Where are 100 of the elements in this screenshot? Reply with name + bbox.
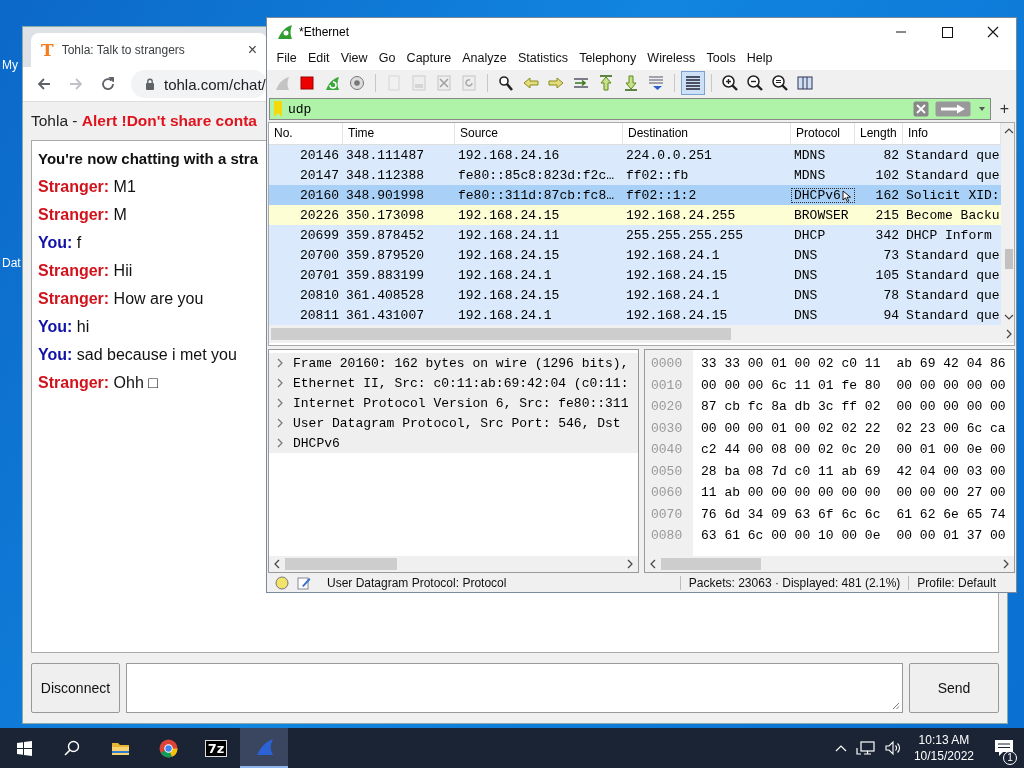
packet-row[interactable]: 20147 348.112388 fe80::85c8:823d:f2c… ff02::fb MDNS 102 Standard que	[269, 165, 1001, 185]
profile-label[interactable]: Profile: Default	[908, 575, 1016, 590]
hex-bytes: 87 cb fc 8a db 3c ff 02	[701, 399, 881, 415]
scroll-thumb[interactable]	[1005, 249, 1013, 269]
menu-item[interactable]: Go	[373, 51, 401, 65]
scroll-thumb[interactable]	[661, 558, 761, 570]
chat-message: Stranger: M	[38, 205, 127, 225]
menu-item[interactable]: Statistics	[512, 51, 574, 65]
table-cell-text: Become Backu	[905, 207, 1001, 223]
message-field[interactable]	[126, 663, 903, 713]
menu-item[interactable]: View	[335, 51, 374, 65]
scroll-thumb[interactable]	[271, 328, 731, 340]
table-cell-text: ff02::fb	[625, 167, 690, 183]
table-cell-text: fe80::311d:87cb:fc8…	[457, 187, 616, 203]
table-cell-text: Standard que	[905, 287, 1001, 303]
menu-item[interactable]: Telephony	[573, 51, 642, 65]
horizontal-scrollbar[interactable]	[269, 325, 1014, 343]
table-cell-text: 192.168.24.11	[457, 227, 561, 243]
collapsed-chevron-icon[interactable]	[275, 438, 285, 448]
column-header[interactable]: No.	[269, 123, 343, 144]
vertical-scrollbar[interactable]	[1001, 123, 1014, 325]
table-cell-text: 20700	[299, 247, 340, 263]
table-cell-text: 82	[882, 147, 900, 163]
table-cell-text: 20701	[299, 267, 340, 283]
edit-comment-icon[interactable]	[297, 575, 311, 590]
column-header[interactable]: Time	[343, 123, 455, 144]
list-lines-icon[interactable]	[681, 71, 705, 95]
hex-bytes: 02 23 00 6c ca	[896, 420, 1006, 436]
table-cell-text: Solicit XID:	[905, 187, 1001, 203]
collapsed-chevron-icon[interactable]	[275, 358, 285, 368]
table-cell-text: 192.168.24.16	[457, 147, 561, 163]
collapsed-chevron-icon[interactable]	[275, 398, 285, 408]
column-header[interactable]: Length	[855, 123, 903, 144]
packet-row[interactable]: 20701 359.883199 192.168.24.1 192.168.24.15 DNS 105 Standard que	[269, 265, 1001, 285]
horizontal-scrollbar[interactable]	[645, 556, 1014, 572]
table-cell-text: DNS	[793, 247, 819, 263]
clear-icon[interactable]	[912, 101, 929, 117]
hex-bytes: 11 ab 00 00 00 00 00 00	[701, 485, 881, 501]
close-tab-button[interactable]: ×	[247, 41, 257, 59]
send-button[interactable]: Send	[909, 663, 999, 713]
packet-row[interactable]: 20146 348.111487 192.168.24.16 224.0.0.251 MDNS 82 Standard que	[269, 145, 1001, 165]
collapsed-chevron-icon[interactable]	[275, 378, 285, 388]
menu-item[interactable]: Capture	[401, 51, 457, 65]
table-cell-text: 348.901998	[345, 187, 425, 203]
tree-item[interactable]: DHCPv6	[293, 435, 340, 451]
menu-item[interactable]: File	[271, 51, 303, 65]
table-cell-text: fe80::85c8:823d:f2c…	[457, 167, 616, 183]
clock-date: 10/15/2022	[913, 748, 974, 764]
hex-bytes: 00 00 00 01 00 02 02 22	[701, 420, 881, 436]
chat-message: Stranger: Ohh □	[38, 373, 158, 393]
column-header[interactable]: Source	[455, 123, 623, 144]
resize-grip-icon[interactable]	[892, 702, 900, 710]
hex-bytes: 28 ba 08 7d c0 11 ab 69	[701, 463, 881, 479]
menu-item[interactable]: Wireless	[641, 51, 701, 65]
hex-bytes: 76 6d 34 09 63 6f 6c 6c	[701, 506, 881, 522]
horizontal-scrollbar[interactable]	[269, 556, 638, 572]
menu-item[interactable]: Tools	[700, 51, 742, 65]
packet-row[interactable]: 20699 359.878452 192.168.24.11 255.255.255.255 DHCP 342 DHCP Inform	[269, 225, 1001, 245]
table-cell-text: 20810	[299, 287, 340, 303]
packet-row[interactable]: 20700 359.879520 192.168.24.15 192.168.24.1 DNS 73 Standard que	[269, 245, 1001, 265]
display-filter-field[interactable]: udp	[269, 98, 991, 120]
page-heading: Tohla - Alert !Don't share conta	[31, 111, 257, 130]
column-header[interactable]: Protocol	[791, 123, 855, 144]
scroll-thumb[interactable]	[285, 558, 397, 570]
table-cell-text: 73	[882, 247, 900, 263]
reload-icon[interactable]	[99, 75, 117, 93]
table-cell-text: MDNS	[793, 147, 827, 163]
packet-row[interactable]: 20810 361.408528 192.168.24.15 192.168.24.1 DNS 78 Standard que	[269, 285, 1001, 305]
hex-bytes: 63 61 6c 00 00 10 00 0e	[701, 528, 881, 544]
table-cell-text: 102	[874, 167, 900, 183]
menu-item[interactable]: Edit	[302, 51, 336, 65]
volume-icon[interactable]	[883, 740, 902, 756]
disconnect-button[interactable]: Disconnect	[31, 663, 120, 713]
offset-label: 0010	[650, 377, 684, 393]
status-text: User Datagram Protocol: Protocol	[327, 575, 508, 590]
table-cell-text: BROWSER	[793, 207, 850, 223]
table-cell-text: 192.168.24.15	[457, 207, 561, 223]
lock-icon	[145, 78, 155, 90]
packet-row[interactable]: 20811 361.431007 192.168.24.1 192.168.24.15 DNS 94 Standard que	[269, 305, 1001, 325]
table-cell-text: 192.168.24.15	[625, 267, 729, 283]
table-cell-text: 361.408528	[345, 287, 425, 303]
fin-icon[interactable]	[240, 728, 288, 768]
collapsed-chevron-icon[interactable]	[275, 418, 285, 428]
menu-item[interactable]: Help	[741, 51, 779, 65]
add-filter-button[interactable]: +	[996, 100, 1012, 118]
offset-label: 0060	[650, 485, 684, 501]
table-cell-text: 20226	[299, 207, 340, 223]
packet-row[interactable]: 20226 350.173098 192.168.24.15 192.168.24.255 BROWSER 215 Become Backu	[269, 205, 1001, 225]
browser-tab[interactable]: T Tohla: Talk to strangers ×	[31, 33, 267, 67]
desktop-icon-label[interactable]: Dat	[2, 256, 21, 270]
network-icon[interactable]	[855, 740, 876, 756]
offset-label: 0080	[650, 528, 684, 544]
menu-item[interactable]: Analyze	[456, 51, 513, 65]
column-header[interactable]: Destination	[623, 123, 791, 144]
table-cell-text: Standard que	[905, 247, 1001, 263]
desktop-icon-label[interactable]: My	[2, 58, 18, 72]
packet-row[interactable]: 20160 348.901998 fe80::311d:87cb:fc8… ff02::1:2 DHCPv6 162 Solicit XID:	[269, 185, 1001, 205]
table-cell-text: 348.111487	[345, 147, 425, 163]
notification-badge: 1	[1003, 751, 1017, 765]
address-bar[interactable]: tohla.com/chat/	[131, 70, 267, 98]
